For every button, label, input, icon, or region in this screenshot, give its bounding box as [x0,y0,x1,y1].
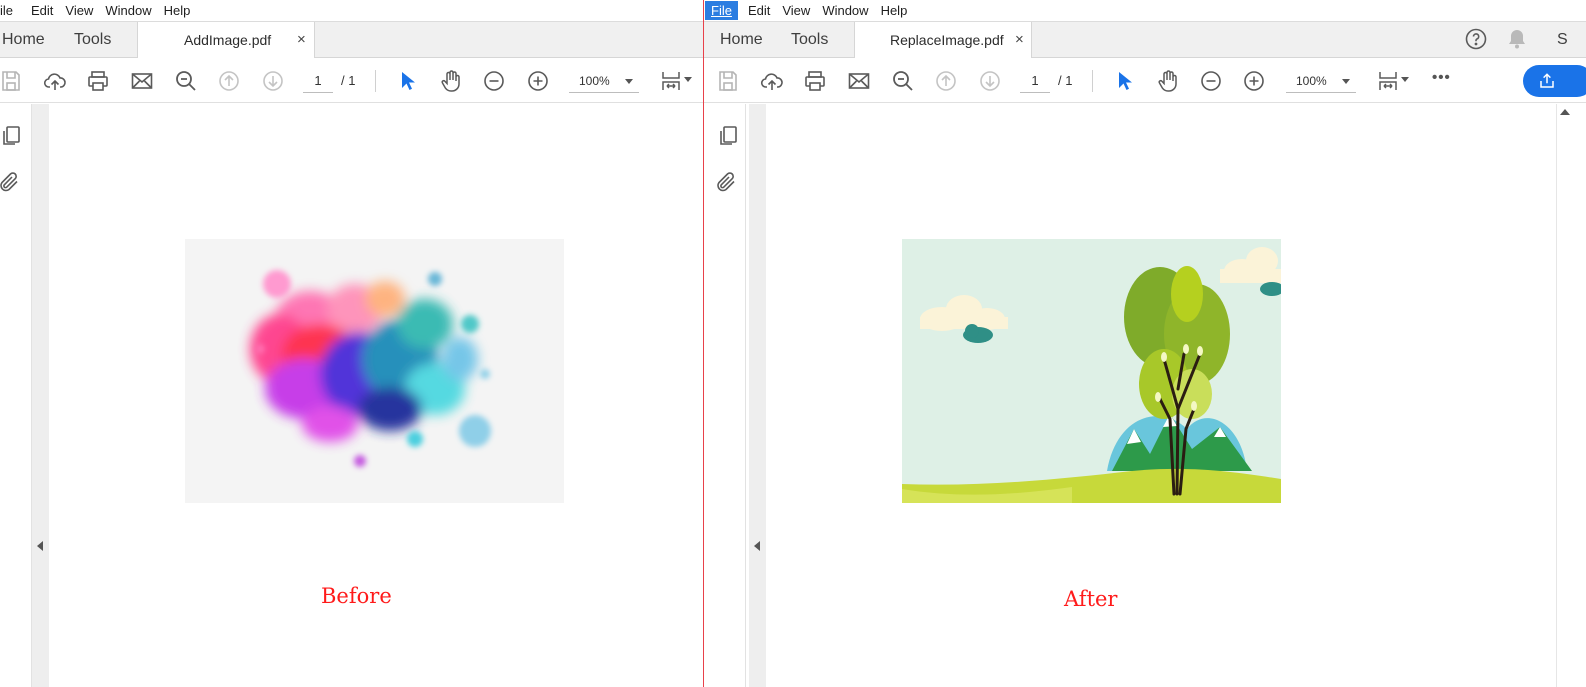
menu-file[interactable]: ile [0,1,19,20]
chevron-down-icon [625,79,633,84]
tools-tab[interactable]: Tools [74,22,111,58]
after-caption: After [1064,587,1118,611]
zoom-level-value: 100% [579,74,610,88]
tree-landscape-image [902,239,1281,503]
watercolor-splash-image [185,239,564,503]
home-tab[interactable]: Home [2,22,45,58]
email-icon[interactable] [127,66,157,96]
email-icon[interactable] [844,66,874,96]
menu-view[interactable]: View [776,1,816,20]
page-total: / 1 [1058,73,1073,88]
print-icon[interactable] [83,66,113,96]
toolbar-divider [1092,70,1093,92]
left-navigation-pane [0,104,32,687]
attachment-icon[interactable] [714,170,738,194]
menu-file[interactable]: File [705,1,738,20]
scrollbar-track [1556,104,1557,687]
page-up-icon[interactable] [931,66,961,96]
right-acrobat-window: File Edit View Window Help Home Tools Re… [704,0,1586,687]
save-icon[interactable] [713,66,743,96]
menu-file-label: File [711,3,732,18]
home-tab[interactable]: Home [720,22,763,58]
upload-icon[interactable] [40,66,70,96]
page-down-icon[interactable] [258,66,288,96]
menu-window[interactable]: Window [816,1,874,20]
collapse-arrow-icon[interactable] [754,541,760,551]
menu-view[interactable]: View [59,1,99,20]
menu-bar: File Edit View Window Help [704,0,1586,21]
share-icon [1540,73,1554,88]
left-navigation-pane [704,104,746,687]
menu-help[interactable]: Help [875,1,914,20]
tab-bar: Home Tools AddImage.pdf × [0,21,703,59]
page-total: / 1 [341,73,356,88]
document-page: After [766,104,1556,687]
upload-icon[interactable] [757,66,787,96]
fit-page-icon[interactable] [656,66,686,96]
zoom-out-icon[interactable] [479,66,509,96]
vertical-scrollbar[interactable] [1556,104,1586,687]
attachment-icon[interactable] [0,170,21,194]
tools-tab[interactable]: Tools [791,22,828,58]
help-icon[interactable] [1464,27,1488,51]
hand-icon[interactable] [436,66,466,96]
zoom-out-icon[interactable] [1196,66,1226,96]
chevron-down-icon [1342,79,1350,84]
hand-icon[interactable] [1153,66,1183,96]
print-icon[interactable] [800,66,830,96]
page-number-input[interactable]: 1 [1020,69,1050,93]
page-down-icon[interactable] [975,66,1005,96]
menu-edit[interactable]: Edit [742,1,776,20]
toolbar-divider [375,70,376,92]
page-up-icon[interactable] [214,66,244,96]
zoom-level-value: 100% [1296,74,1327,88]
menu-bar: ile Edit View Window Help [0,0,703,21]
close-tab-icon[interactable]: × [297,22,306,58]
page-number-input[interactable]: 1 [303,69,333,93]
left-acrobat-window: ile Edit View Window Help Home Tools Add… [0,0,703,687]
bell-icon[interactable] [1505,27,1529,51]
menu-help[interactable]: Help [158,1,197,20]
toolbar: 1 / 1 100% [0,58,703,103]
before-caption: Before [321,584,392,608]
zoom-level-select[interactable]: 100% [569,69,639,93]
scroll-up-icon[interactable] [1560,109,1570,115]
select-arrow-icon[interactable] [392,66,422,96]
menu-edit[interactable]: Edit [25,1,59,20]
fit-page-icon[interactable] [1373,66,1403,96]
pages-icon[interactable] [0,124,23,148]
fit-page-dropdown-icon[interactable] [684,77,692,82]
toolbar: 1 / 1 100% ••• [704,58,1586,103]
tab-bar: Home Tools ReplaceImage.pdf × S [704,21,1586,59]
zoom-search-icon[interactable] [888,66,918,96]
document-tab[interactable]: ReplaceImage.pdf × [854,22,1032,59]
more-tools-icon[interactable]: ••• [1432,69,1451,86]
pages-icon[interactable] [716,124,740,148]
collapse-arrow-icon[interactable] [37,541,43,551]
zoom-in-icon[interactable] [523,66,553,96]
fit-page-dropdown-icon[interactable] [1401,77,1409,82]
select-arrow-icon[interactable] [1109,66,1139,96]
pane-collapse-strip[interactable] [32,104,49,687]
close-tab-icon[interactable]: × [1015,22,1024,58]
share-button[interactable] [1523,65,1586,97]
menu-window[interactable]: Window [99,1,157,20]
save-icon[interactable] [0,66,26,96]
document-page: Before [49,104,703,687]
document-tab-filename: AddImage.pdf [184,32,272,48]
zoom-search-icon[interactable] [171,66,201,96]
zoom-in-icon[interactable] [1239,66,1269,96]
document-tab-filename: ReplaceImage.pdf [890,32,1004,48]
document-tab[interactable]: AddImage.pdf × [137,22,315,59]
zoom-level-select[interactable]: 100% [1286,69,1356,93]
pane-collapse-strip[interactable] [749,104,766,687]
sign-in-label[interactable]: S [1557,22,1568,58]
